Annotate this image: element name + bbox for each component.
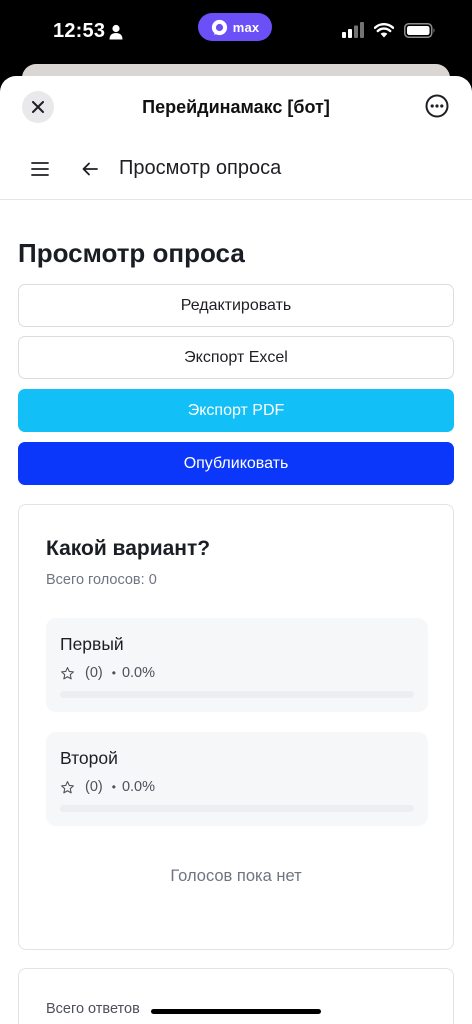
- star-outline-icon: [61, 666, 74, 679]
- option-name: Первый: [60, 634, 124, 654]
- page-title: Просмотр опроса: [18, 238, 245, 268]
- signal-icon: [342, 22, 364, 38]
- export-excel-button[interactable]: Экспорт Excel: [18, 336, 454, 379]
- export-pdf-button[interactable]: Экспорт PDF: [18, 389, 454, 432]
- person-icon: [109, 24, 123, 40]
- nav-bar: Просмотр опроса: [0, 138, 472, 200]
- wifi-icon: [374, 22, 394, 37]
- option-percent: 0.0%: [121, 779, 155, 795]
- more-icon[interactable]: [425, 94, 449, 118]
- sheet-header: Перейдинамакс [бот]: [0, 76, 472, 138]
- option-progress-bar: [60, 691, 414, 698]
- option-name: Второй: [60, 748, 118, 768]
- poll-total-votes: Всего голосов: 0: [46, 572, 157, 588]
- option-stats: (0) • 0.0%: [60, 779, 155, 795]
- poll-option: Второй (0) • 0.0%: [46, 732, 428, 826]
- status-time: 12:53: [53, 20, 106, 42]
- menu-icon[interactable]: [31, 161, 49, 177]
- option-progress-bar: [60, 805, 414, 812]
- poll-card: Какой вариант? Всего голосов: 0 Первый (…: [18, 504, 454, 950]
- bot-sheet: Перейдинамакс [бот] Просмотр опроса Прос…: [0, 76, 472, 1024]
- edit-button[interactable]: Редактировать: [18, 284, 454, 327]
- battery-icon: [404, 22, 435, 38]
- separator-dot: •: [111, 666, 116, 680]
- arrow-left-icon[interactable]: [81, 160, 99, 178]
- status-indicators: [342, 22, 436, 38]
- no-votes-message: Голосов пока нет: [170, 867, 302, 885]
- home-indicator[interactable]: [151, 1009, 321, 1014]
- max-logo-icon: [211, 19, 227, 35]
- poll-option: Первый (0) • 0.0%: [46, 618, 428, 712]
- star-outline-icon: [61, 780, 74, 793]
- sheet-title: Перейдинамакс [бот]: [142, 97, 330, 117]
- answers-card: Всего ответов: [18, 968, 454, 1024]
- publish-button[interactable]: Опубликовать: [18, 442, 454, 485]
- answers-total-label: Всего ответов: [46, 1001, 140, 1017]
- status-bar: 12:53 max: [0, 0, 472, 66]
- option-count: (0): [85, 779, 103, 795]
- option-count: (0): [85, 665, 103, 681]
- poll-question: Какой вариант?: [46, 537, 211, 560]
- nav-title: Просмотр опроса: [119, 157, 282, 179]
- max-pill-label: max: [232, 19, 260, 35]
- option-stats: (0) • 0.0%: [60, 665, 155, 681]
- option-percent: 0.0%: [121, 665, 155, 681]
- separator-dot: •: [111, 780, 116, 794]
- max-app-pill[interactable]: max: [198, 13, 272, 41]
